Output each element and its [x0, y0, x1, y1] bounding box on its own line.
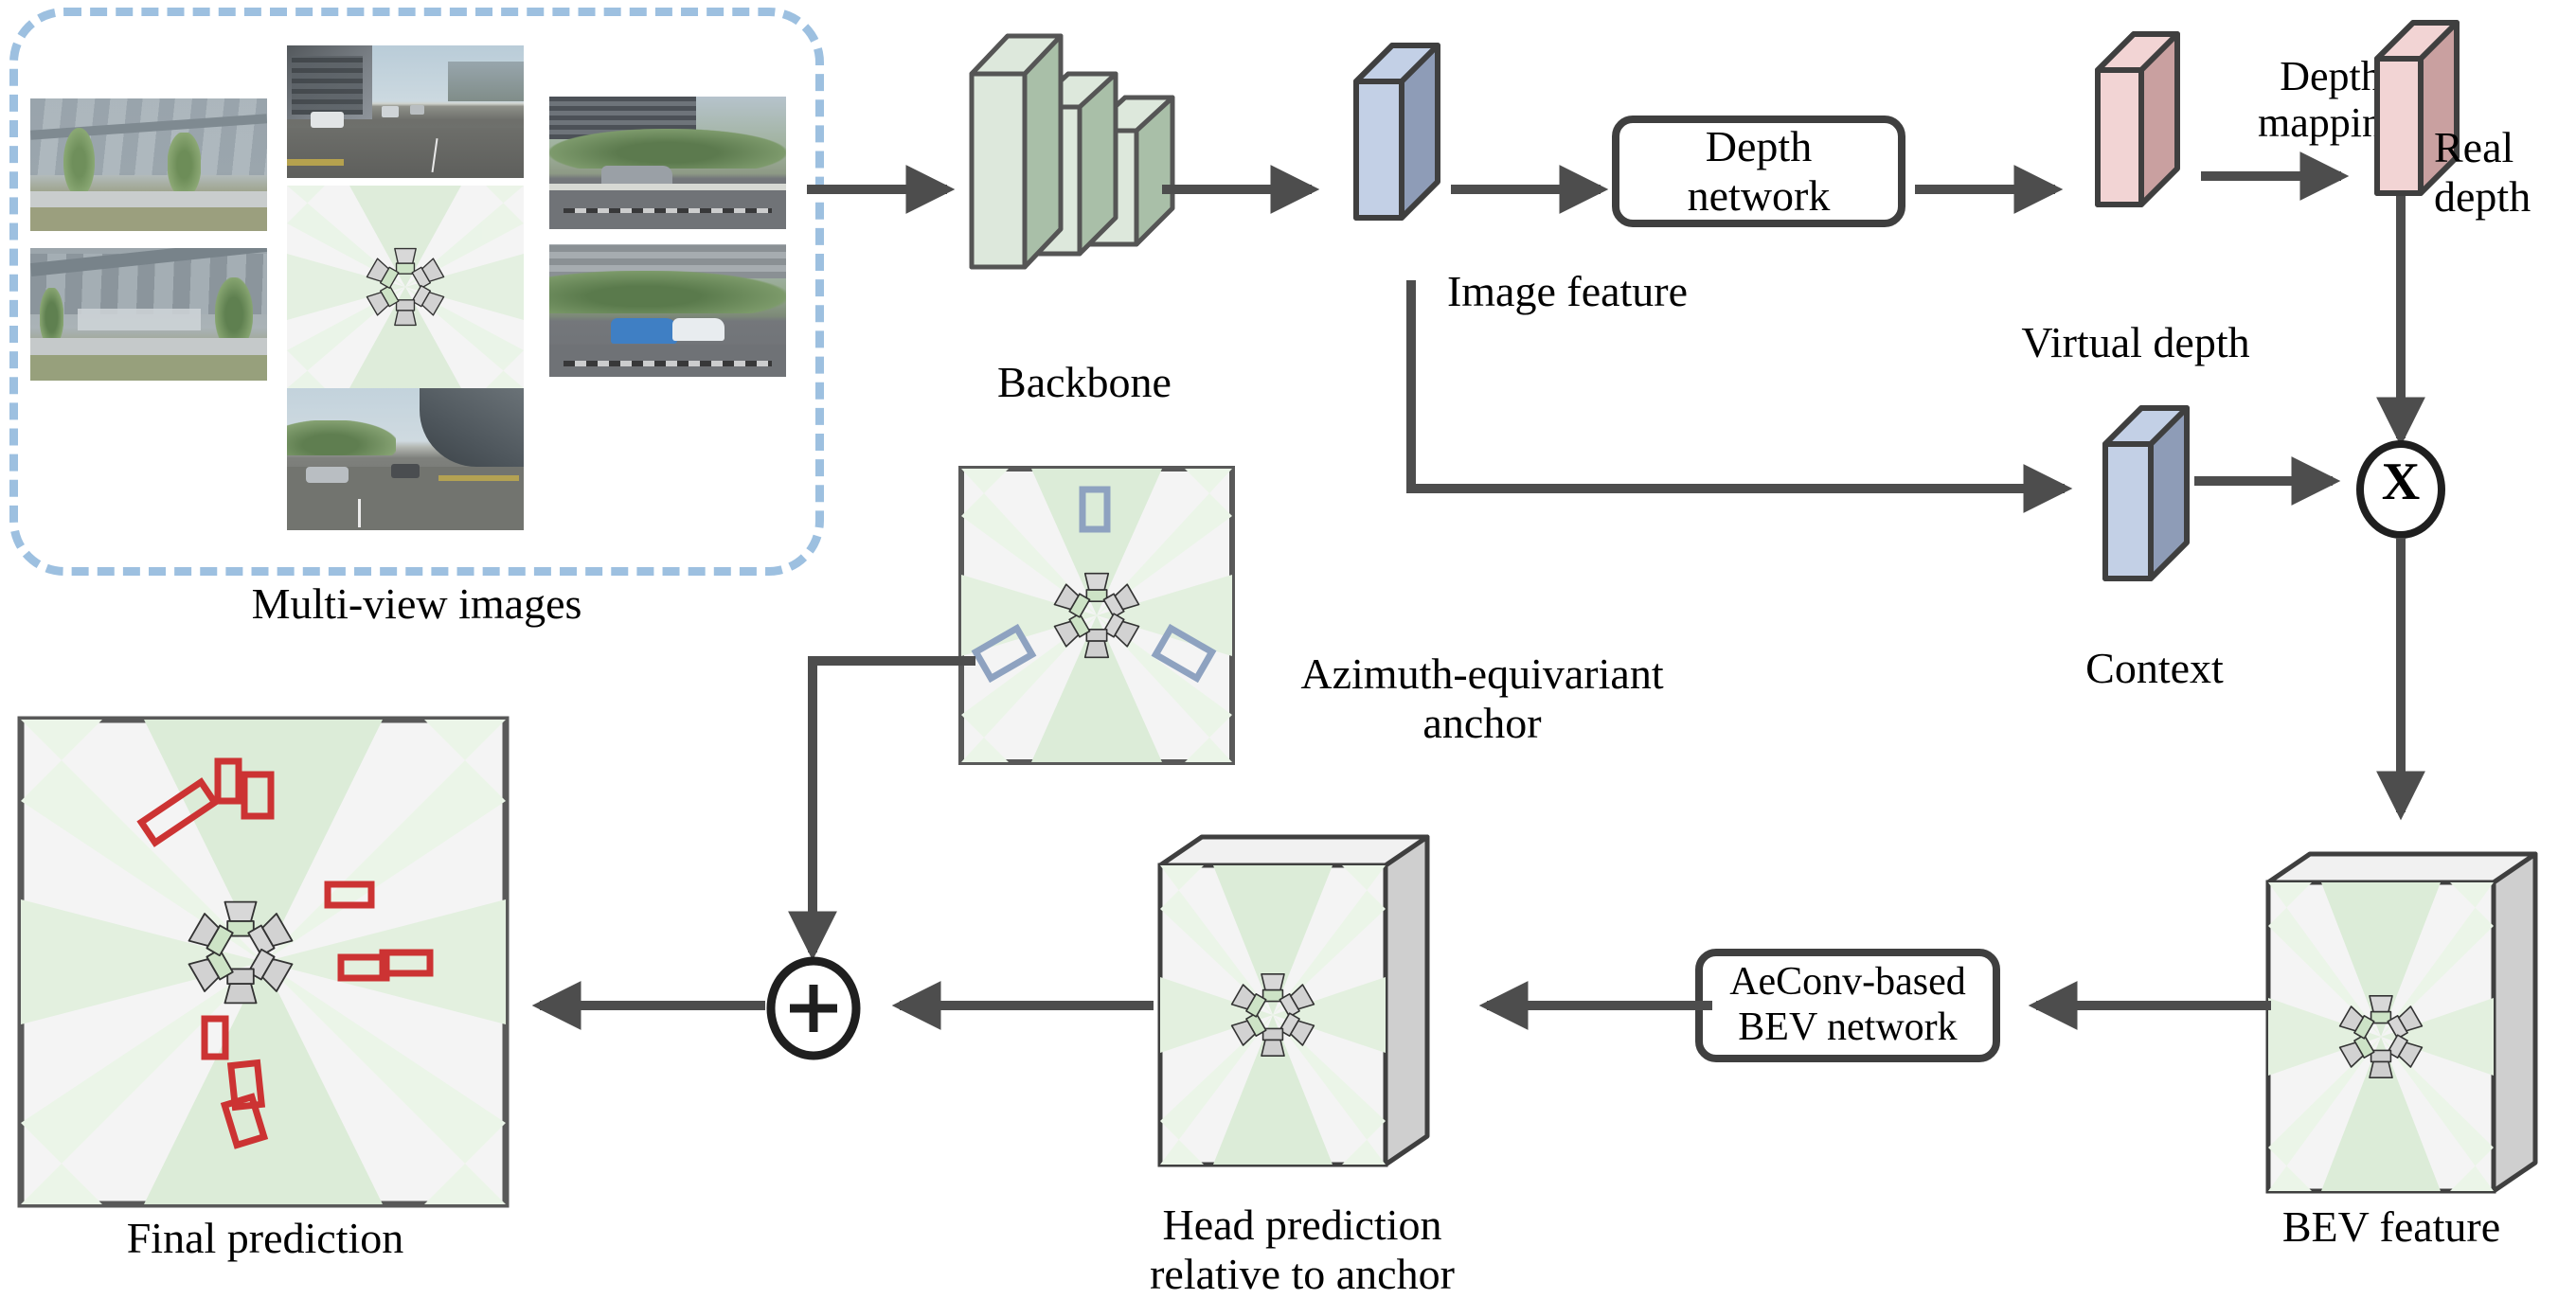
camera-view-back-right: [549, 244, 786, 377]
add-operator[interactable]: [758, 952, 869, 1064]
final-prediction-label: Final prediction: [126, 1214, 404, 1262]
head-prediction-label: Head prediction relative to anchor: [1150, 1201, 1455, 1298]
backbone-label: Backbone: [997, 358, 1172, 406]
arrow-image-feature-to-depth-network: [1451, 165, 1609, 214]
arrow-anchor-to-add: [788, 656, 975, 961]
multi-view-bev-thumbnail: [287, 186, 524, 388]
arrow-head-prediction-to-add: [891, 981, 1154, 1030]
camera-view-front-left: [30, 98, 267, 231]
aeconv-bev-network-module[interactable]: AeConv-based BEV network: [1695, 949, 2000, 1062]
camera-view-back-left: [30, 248, 267, 381]
arrow-input-to-backbone: [807, 165, 956, 214]
bev-feature-volume: [2265, 851, 2538, 1194]
camera-view-front-right: [549, 97, 786, 229]
arrow-image-feature-to-context: [1406, 280, 2073, 513]
azimuth-anchor-label: Azimuth-equivariant anchor: [1300, 650, 1664, 747]
multiply-symbol: X: [2381, 453, 2421, 511]
context-label: Context: [2085, 644, 2224, 692]
diagram-canvas: Multi-view images Backbone Image feature…: [0, 0, 2576, 1299]
bev-feature-label: BEV feature: [2281, 1202, 2501, 1251]
arrow-context-to-multiply: [2194, 456, 2341, 506]
azimuth-anchor-panel: [958, 466, 1235, 765]
depth-network-label: Depth network: [1687, 121, 1831, 220]
camera-view-front: [287, 45, 524, 178]
aeconv-bev-network-label: AeConv-based BEV network: [1729, 960, 1966, 1049]
backbone-stack: [969, 33, 1175, 270]
virtual-depth-slab: [2095, 31, 2180, 207]
final-prediction-panel: [17, 716, 510, 1208]
camera-view-back: [287, 386, 524, 530]
arrow-aeconv-to-head-prediction: [1478, 981, 1712, 1030]
arrow-real-depth-to-multiply: [2376, 196, 2425, 447]
arrow-depth-network-to-virtual-depth: [1915, 165, 2064, 214]
depth-network-module[interactable]: Depth network: [1612, 116, 1905, 227]
arrow-backbone-to-image-feature: [1162, 165, 1320, 214]
arrow-bev-feature-to-aeconv: [2028, 981, 2271, 1030]
head-prediction-volume: [1157, 834, 1430, 1167]
arrow-multiply-to-bev-feature: [2376, 538, 2425, 821]
multi-view-images-label: Multi-view images: [251, 579, 582, 628]
arrow-add-to-final-prediction: [531, 981, 765, 1030]
real-depth-label: Real depth: [2434, 123, 2531, 221]
